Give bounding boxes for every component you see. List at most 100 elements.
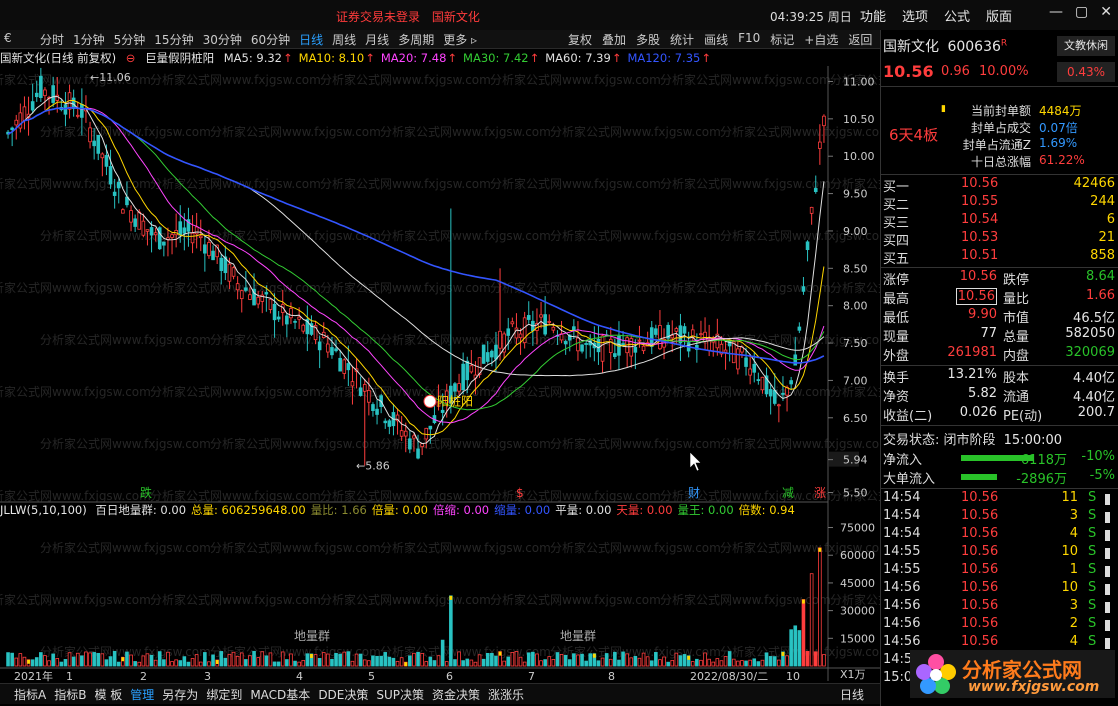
bid-row[interactable]: 买二 10.55 244 xyxy=(883,194,1115,213)
volume-bar xyxy=(777,659,781,667)
bottom-tab[interactable]: 指标B xyxy=(54,686,86,703)
close-icon[interactable]: ✕ xyxy=(1100,4,1112,20)
indicator-close-icon[interactable]: ⊖ xyxy=(126,51,136,65)
volume-indicator-name[interactable]: JLLW(5,10,100) xyxy=(0,503,87,517)
tab-timeframe[interactable]: 30分钟 xyxy=(203,31,242,48)
toolbar-button[interactable]: 复权 xyxy=(568,31,592,48)
bottom-tab[interactable]: MACD基本 xyxy=(250,686,310,703)
indicator-name[interactable]: 巨量假阴桩阳 xyxy=(145,51,214,65)
toolbar-marker[interactable]: € xyxy=(4,31,12,45)
price-tick-label: 8.50 xyxy=(843,262,868,275)
tick-time: 14:56 xyxy=(883,598,921,613)
candle-body xyxy=(133,218,137,227)
tab-timeframe[interactable]: 多周期 xyxy=(398,31,434,48)
candle-body xyxy=(297,316,301,320)
volume-bar xyxy=(584,660,588,667)
minimize-icon[interactable]: — xyxy=(1049,4,1063,20)
candle-body xyxy=(584,343,588,345)
sector-button[interactable]: 文教休闲 xyxy=(1057,36,1115,56)
event-marker[interactable]: 财 xyxy=(688,486,700,500)
bid-row[interactable]: 买五 10.51 858 xyxy=(883,248,1115,267)
candle-body xyxy=(10,127,14,131)
candle-body xyxy=(268,298,273,310)
toolbar-button[interactable]: 返回 xyxy=(848,31,872,48)
tab-timeframe[interactable]: 月线 xyxy=(365,31,389,48)
bottom-tab[interactable]: 资金决策 xyxy=(432,686,480,703)
candle-body xyxy=(469,365,474,373)
volume-bar xyxy=(674,652,679,667)
price-tick-label: 10.00 xyxy=(843,150,875,163)
candle-body xyxy=(453,383,457,392)
toolbar-button[interactable]: F10 xyxy=(738,31,760,48)
bottom-tab[interactable]: DDE决策 xyxy=(318,686,368,703)
price-chart[interactable]: 分析家公式网www.fxjgsw.com分析家公式网www.fxjgsw.com… xyxy=(0,66,880,686)
volume-bar xyxy=(428,656,433,667)
period-label[interactable]: 日线 xyxy=(840,686,864,703)
trade-state: 交易状态: 闭市阶段 15:00:00 xyxy=(883,429,1062,448)
toolbar-button[interactable]: 多股 xyxy=(636,31,660,48)
tick-time: 15:0 xyxy=(883,670,913,685)
candle-body xyxy=(88,127,92,143)
tab-timeframe[interactable]: 周线 xyxy=(332,31,356,48)
event-marker[interactable]: $ xyxy=(516,486,524,500)
bottom-tab[interactable]: 另存为 xyxy=(162,686,198,703)
bid-row[interactable]: 买四 10.53 21 xyxy=(883,230,1115,249)
fund-value: 13.21% xyxy=(947,367,997,382)
volume-bar xyxy=(408,655,412,667)
candle-body xyxy=(182,227,187,234)
volume-bar xyxy=(260,651,265,667)
toolbar-button[interactable]: 标记 xyxy=(770,31,794,48)
tab-timeframe[interactable]: 15分钟 xyxy=(154,31,193,48)
volume-bar xyxy=(785,655,789,667)
menu-layout[interactable]: 版面 xyxy=(986,6,1012,25)
toolbar-button[interactable]: 画线 xyxy=(704,31,728,48)
volume-bar xyxy=(264,655,269,667)
menu-options[interactable]: 选项 xyxy=(902,6,928,25)
maximize-icon[interactable]: ▢ xyxy=(1075,4,1088,20)
event-marker[interactable]: 涨 xyxy=(814,485,826,500)
tick-time: 14:56 xyxy=(883,634,921,649)
ma-line-20 xyxy=(7,107,825,424)
toolbar-button[interactable]: +自选 xyxy=(804,31,838,48)
candle-body xyxy=(256,296,260,305)
volume-bar xyxy=(276,661,281,667)
bottom-tab[interactable]: 模 板 xyxy=(94,686,122,703)
tab-timeframe[interactable]: 日线 xyxy=(299,31,323,48)
candle-body xyxy=(461,363,465,391)
trade-state-label: 交易状态: 闭市阶段 xyxy=(883,433,996,448)
bid-row[interactable]: 买一 10.56 42466 xyxy=(883,176,1115,195)
bottom-tab[interactable]: SUP决策 xyxy=(376,686,424,703)
volume-bar xyxy=(133,661,137,667)
volume-bar xyxy=(764,652,769,667)
candle-body xyxy=(178,221,183,236)
tab-timeframe[interactable]: 分时 xyxy=(40,31,64,48)
menu-formula[interactable]: 公式 xyxy=(944,6,970,25)
candle-body xyxy=(276,316,281,320)
volume-bar xyxy=(75,652,80,667)
candle-body xyxy=(235,283,240,291)
event-marker[interactable]: 减 xyxy=(782,486,794,500)
volume-bar xyxy=(752,658,757,667)
tab-timeframe[interactable]: 更多 ▹ xyxy=(443,31,477,48)
bottom-tab[interactable]: 绑定到 xyxy=(206,686,242,703)
menu-function[interactable]: 功能 xyxy=(860,6,886,25)
tab-timeframe[interactable]: 5分钟 xyxy=(114,31,146,48)
toolbar-button[interactable]: 叠加 xyxy=(602,31,626,48)
tab-timeframe[interactable]: 60分钟 xyxy=(251,31,290,48)
bottom-tab[interactable]: 涨涨乐 xyxy=(488,686,524,703)
ma-readout: MA120: 7.35 xyxy=(627,51,701,65)
event-marker[interactable]: 跌 xyxy=(140,485,152,500)
bottom-tab[interactable]: 管理 xyxy=(130,686,154,703)
bottom-tab[interactable]: 指标A xyxy=(14,686,46,703)
volume-bar xyxy=(424,661,429,667)
watermark-text: 分析家公式网www.fxjgsw.com xyxy=(550,540,721,555)
toolbar-button[interactable]: 统计 xyxy=(670,31,694,48)
price-change-pct: 10.00% xyxy=(979,64,1029,79)
tab-timeframe[interactable]: 1分钟 xyxy=(73,31,105,48)
chart-tool-buttons: 复权 叠加 多股 统计 画线 F10 标记 +自选 返回 xyxy=(568,31,872,48)
volume-bar xyxy=(272,661,277,667)
volume-bar xyxy=(371,655,375,667)
tick-price: 10.56 xyxy=(961,562,999,577)
bid-row[interactable]: 买三 10.54 6 xyxy=(883,212,1115,231)
candle-body xyxy=(596,338,601,353)
